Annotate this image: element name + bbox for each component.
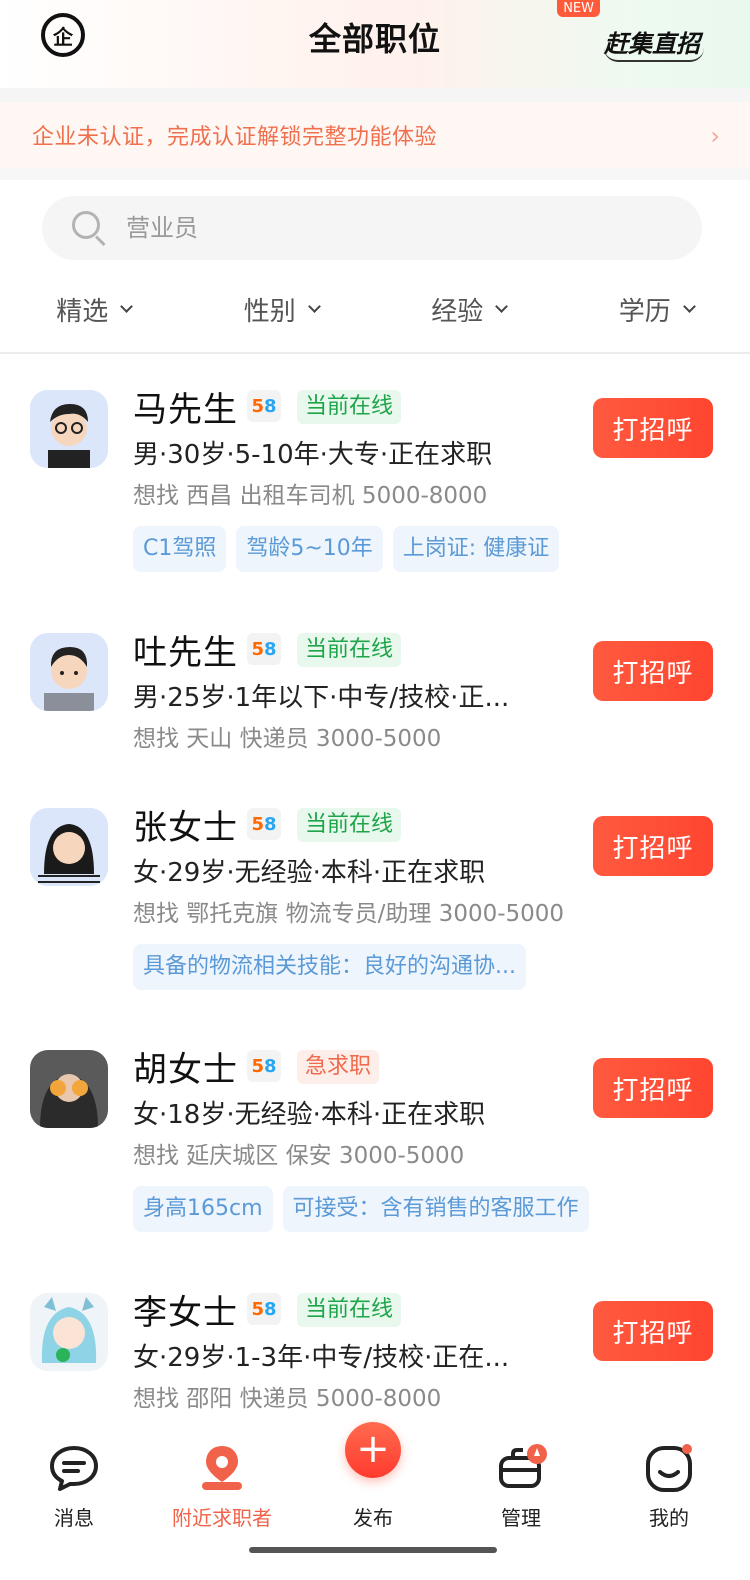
candidate-job-wanted: 想找 鄂托克旗 物流专员/助理 3000-5000 — [133, 901, 565, 927]
avatar[interactable] — [30, 390, 108, 468]
tag-list: 身高165cm 可接受：含有销售的客服工作 — [133, 1186, 589, 1232]
status-badge: 急求职 — [297, 1050, 380, 1084]
candidate-job-wanted: 想找 天山 快递员 3000-5000 — [133, 726, 442, 752]
greet-button[interactable]: 打招呼 — [593, 1301, 713, 1361]
chevron-down-icon — [120, 299, 134, 313]
58-badge-icon: 58 — [247, 390, 281, 422]
filter-label: 精选 — [56, 296, 109, 327]
bottom-nav: 消息 附近求职者 发布 + 管理 我的 — [0, 1422, 750, 1580]
briefcase-icon — [495, 1442, 547, 1494]
58-badge-icon: 58 — [247, 633, 281, 665]
candidate-name: 张女士 — [133, 808, 238, 848]
filter-label: 性别 — [243, 296, 296, 327]
tag: 具备的物流相关技能：良好的沟通协... — [133, 944, 526, 990]
avatar[interactable] — [30, 633, 108, 711]
notice-text: 企业未认证，完成认证解锁完整功能体验 — [32, 125, 438, 150]
brand-swoosh — [604, 48, 704, 62]
nav-label: 发布 — [353, 1506, 393, 1530]
nav-manage[interactable]: 管理 — [466, 1442, 576, 1531]
location-icon — [196, 1442, 248, 1494]
tag: 可接受：含有销售的客服工作 — [282, 1186, 589, 1232]
message-icon — [48, 1442, 100, 1494]
chevron-right-icon: › — [710, 122, 720, 150]
avatar[interactable] — [30, 808, 108, 886]
home-indicator — [249, 1547, 497, 1553]
nav-label: 管理 — [501, 1506, 541, 1530]
filter-gender[interactable]: 性别 — [188, 282, 376, 336]
status-badge: 当前在线 — [297, 390, 402, 424]
filter-label: 学历 — [618, 296, 671, 327]
candidate-job-wanted: 想找 延庆城区 保安 3000-5000 — [133, 1143, 465, 1169]
candidate-job-wanted: 想找 西昌 出租车司机 5000-8000 — [133, 483, 488, 509]
tag-list: C1驾照 驾龄5~10年 上岗证: 健康证 — [133, 526, 560, 572]
section-gap — [0, 88, 750, 102]
nav-label: 附近求职者 — [172, 1506, 272, 1530]
avatar[interactable] — [30, 1050, 108, 1128]
filter-experience[interactable]: 经验 — [375, 282, 563, 336]
greet-button[interactable]: 打招呼 — [593, 816, 713, 876]
filter-label: 经验 — [431, 296, 484, 327]
candidate-info: 女·29岁·无经验·本科·正在求职 — [133, 858, 486, 888]
tag: 身高165cm — [133, 1186, 273, 1232]
status-badge: 当前在线 — [297, 633, 402, 667]
section-gap — [0, 168, 750, 180]
candidate-info: 女·29岁·1-3年·中专/技校·正在... — [133, 1343, 510, 1373]
candidate-name: 吐先生 — [133, 633, 238, 673]
58-badge-icon: 58 — [247, 1293, 281, 1325]
nav-messages[interactable]: 消息 — [19, 1442, 129, 1531]
filter-education[interactable]: 学历 — [563, 282, 750, 336]
plus-icon[interactable]: + — [345, 1422, 401, 1478]
chevron-down-icon — [682, 299, 696, 313]
status-badge: 当前在线 — [297, 808, 402, 842]
candidate-info: 男·30岁·5-10年·大专·正在求职 — [133, 440, 493, 470]
filter-featured[interactable]: 精选 — [0, 282, 188, 336]
chevron-down-icon — [495, 299, 509, 313]
search-input[interactable] — [126, 214, 646, 242]
tag: C1驾照 — [133, 526, 227, 572]
candidate-job-wanted: 想找 邵阳 快递员 5000-8000 — [133, 1386, 442, 1412]
nav-mine[interactable]: 我的 — [614, 1442, 724, 1531]
tag-list: 具备的物流相关技能：良好的沟通协... — [133, 944, 526, 990]
verification-notice[interactable]: 企业未认证，完成认证解锁完整功能体验 › — [0, 102, 750, 168]
greet-button[interactable]: 打招呼 — [593, 1058, 713, 1118]
filter-bar: 精选 性别 经验 学历 — [0, 282, 750, 336]
greet-button[interactable]: 打招呼 — [593, 641, 713, 701]
58-badge-icon: 58 — [247, 1050, 281, 1082]
search-icon — [72, 211, 106, 247]
smile-icon — [643, 1442, 695, 1494]
candidate-info: 女·18岁·无经验·本科·正在求职 — [133, 1100, 486, 1130]
chevron-down-icon — [307, 299, 321, 313]
nav-label: 消息 — [54, 1506, 94, 1530]
nav-nearby-seekers[interactable]: 附近求职者 — [167, 1442, 277, 1531]
search-bar[interactable] — [42, 196, 702, 260]
status-badge: 当前在线 — [297, 1293, 402, 1327]
candidate-name: 胡女士 — [133, 1050, 238, 1090]
candidate-info: 男·25岁·1年以下·中专/技校·正... — [133, 683, 510, 713]
candidate-name: 李女士 — [133, 1293, 238, 1333]
avatar[interactable] — [30, 1293, 108, 1371]
top-header: 企 全部职位 NEW 赶集直招 — [0, 0, 750, 88]
candidate-name: 马先生 — [133, 390, 238, 430]
58-badge-icon: 58 — [247, 808, 281, 840]
tag: 上岗证: 健康证 — [392, 526, 560, 572]
tag: 驾龄5~10年 — [236, 526, 383, 572]
divider — [0, 352, 750, 354]
nav-label: 我的 — [649, 1506, 689, 1530]
greet-button[interactable]: 打招呼 — [593, 398, 713, 458]
new-badge: NEW — [557, 0, 600, 17]
